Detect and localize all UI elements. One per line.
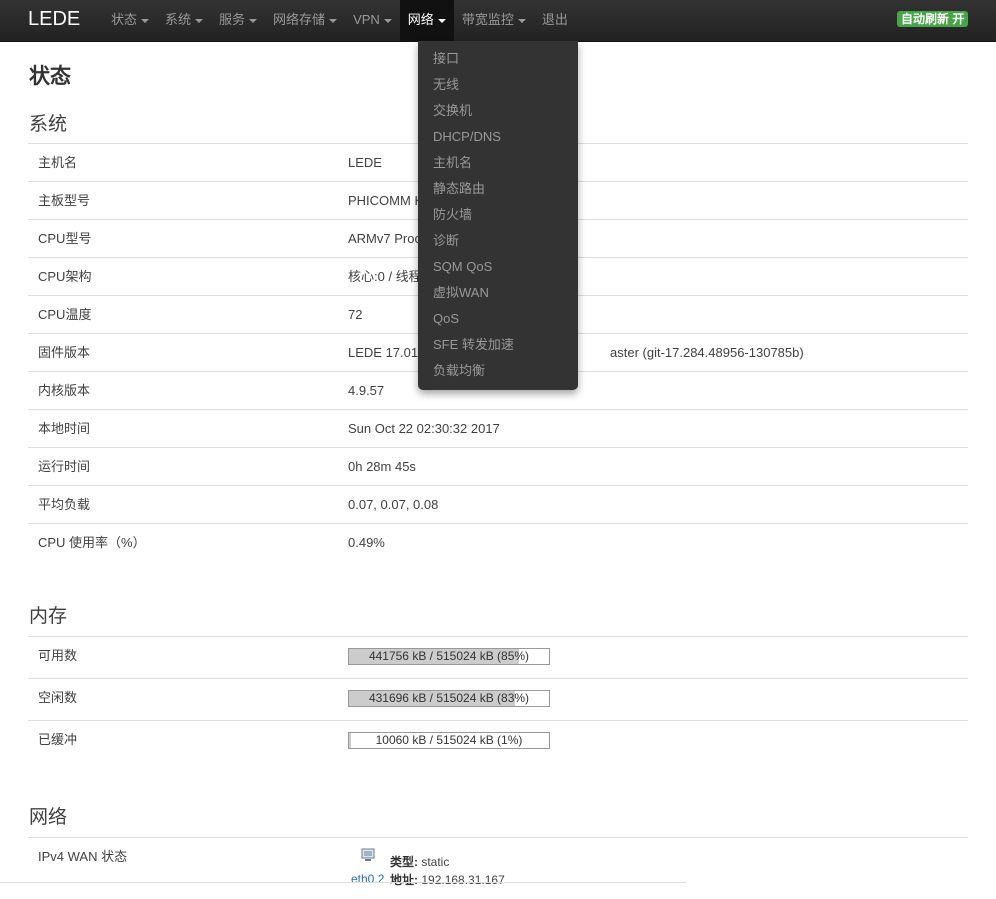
row-value: 72 (348, 307, 363, 322)
table-row: IPv4 WAN 状态 eth0.2 类型: static 地址: 192.16… (28, 837, 968, 887)
dropdown-item-static-routes[interactable]: 静态路由 (433, 179, 485, 199)
dropdown-item-qos[interactable]: QoS (433, 309, 459, 329)
table-row: 运行时间 0h 28m 45s (28, 447, 968, 486)
network-dropdown-menu: 接口 无线 交换机 DHCP/DNS 主机名 静态路由 防火墙 诊断 SQM Q… (418, 41, 578, 390)
progress-text: 431696 kB / 515024 kB (83%) (368, 691, 530, 705)
wan-type-value: static (421, 855, 450, 869)
interface-link[interactable]: eth0.2 (351, 872, 384, 886)
dropdown-item-dhcp-dns[interactable]: DHCP/DNS (433, 127, 501, 147)
nav-item-status[interactable]: 状态 (103, 0, 157, 41)
wan-address-value: 192.168.31.167 (421, 873, 505, 887)
row-label: 空闲数 (38, 690, 78, 705)
dropdown-item-firewall[interactable]: 防火墙 (433, 205, 472, 225)
wan-address-line: 地址: 192.168.31.167 (390, 871, 505, 888)
nav-item-bandwidth[interactable]: 带宽监控 (454, 0, 534, 41)
row-label: CPU温度 (38, 307, 92, 322)
row-value: LEDE 17.01 (348, 345, 419, 360)
caret-down-icon (517, 18, 526, 23)
caret-down-icon (141, 18, 150, 23)
row-label: CPU 使用率（%） (38, 535, 146, 550)
table-row: 已缓冲 10060 kB / 515024 kB (1%) (28, 720, 968, 763)
bottom-divider (0, 882, 686, 883)
dropdown-item-load-balance[interactable]: 负载均衡 (433, 361, 485, 381)
wan-address-label: 地址: (390, 873, 418, 887)
nav-item-services[interactable]: 服务 (211, 0, 265, 41)
caret-down-icon (437, 18, 446, 23)
row-label: 主板型号 (38, 193, 91, 208)
row-label: 运行时间 (38, 459, 91, 474)
dropdown-item-wireless[interactable]: 无线 (433, 75, 459, 95)
table-row: 可用数 441756 kB / 515024 kB (85%) (28, 636, 968, 679)
dropdown-item-sqm-qos[interactable]: SQM QoS (433, 257, 492, 277)
section-title-memory: 内存 (29, 606, 68, 627)
table-row: 平均负载 0.07, 0.07, 0.08 (28, 485, 968, 524)
row-value: PHICOMM K (348, 193, 424, 208)
wan-type-label: 类型: (390, 855, 418, 869)
dropdown-item-switch[interactable]: 交换机 (433, 101, 472, 121)
nav-item-network[interactable]: 网络 (399, 0, 454, 41)
row-value: Sun Oct 22 02:30:32 2017 (348, 421, 500, 436)
row-value: 0.07, 0.07, 0.08 (348, 497, 439, 512)
table-row: 本地时间 Sun Oct 22 02:30:32 2017 (28, 409, 968, 448)
brand-logo[interactable]: LEDE (28, 8, 80, 30)
row-value: 0.49% (348, 535, 385, 550)
row-label: 可用数 (38, 648, 78, 663)
wan-type-line: 类型: static (390, 853, 449, 870)
network-port-icon (361, 848, 375, 861)
row-value: LEDE (348, 155, 382, 170)
nav-item-nas[interactable]: 网络存储 (265, 0, 345, 41)
row-label: 本地时间 (38, 421, 91, 436)
progress-text: 10060 kB / 515024 kB (1%) (375, 733, 523, 747)
dropdown-item-sfe[interactable]: SFE 转发加速 (433, 335, 514, 355)
progress-text: 441756 kB / 515024 kB (85%) (368, 649, 530, 663)
dropdown-item-hostnames[interactable]: 主机名 (433, 153, 472, 173)
memory-progress-bar: 441756 kB / 515024 kB (85%) (348, 648, 550, 665)
row-value-tail: aster (git-17.284.48956-130785b) (610, 345, 804, 360)
page-title: 状态 (29, 65, 71, 88)
section-title-network: 网络 (29, 807, 68, 828)
nav-item-logout[interactable]: 退出 (534, 0, 576, 41)
dropdown-item-interfaces[interactable]: 接口 (433, 49, 459, 69)
row-label: CPU型号 (38, 231, 92, 246)
row-label: IPv4 WAN 状态 (38, 849, 128, 864)
nav-menu: 状态 系统 服务 网络存储 VPN 网络 带宽监控 退出 (103, 0, 576, 41)
dropdown-item-diagnostics[interactable]: 诊断 (433, 231, 459, 251)
row-value: ARMv7 Proc (348, 231, 421, 246)
section-title-system: 系统 (29, 114, 68, 135)
auto-refresh-toggle[interactable]: 自动刷新 开 (897, 11, 969, 27)
row-label: 固件版本 (38, 345, 91, 360)
memory-progress-bar: 10060 kB / 515024 kB (1%) (348, 732, 550, 749)
row-value: 核心:0 / 线程 (348, 269, 422, 284)
row-value: 0h 28m 45s (348, 459, 416, 474)
caret-down-icon (383, 18, 392, 23)
row-label: CPU架构 (38, 269, 92, 284)
caret-down-icon (195, 18, 204, 23)
row-label: 已缓冲 (38, 732, 78, 747)
memory-progress-bar: 431696 kB / 515024 kB (83%) (348, 690, 550, 707)
table-row: 空闲数 431696 kB / 515024 kB (83%) (28, 678, 968, 721)
row-label: 主机名 (38, 155, 78, 170)
caret-down-icon (249, 18, 258, 23)
dropdown-item-virtual-wan[interactable]: 虚拟WAN (433, 283, 489, 303)
row-label: 平均负载 (38, 497, 91, 512)
top-navbar: LEDE 状态 系统 服务 网络存储 VPN 网络 带宽监控 退出 自动刷新 开 (0, 0, 996, 42)
row-label: 内核版本 (38, 383, 91, 398)
row-value: 4.9.57 (348, 383, 385, 398)
nav-item-vpn[interactable]: VPN (345, 0, 400, 41)
caret-down-icon (329, 18, 338, 23)
nav-item-system[interactable]: 系统 (157, 0, 211, 41)
table-row: CPU 使用率（%） 0.49% (28, 523, 968, 562)
